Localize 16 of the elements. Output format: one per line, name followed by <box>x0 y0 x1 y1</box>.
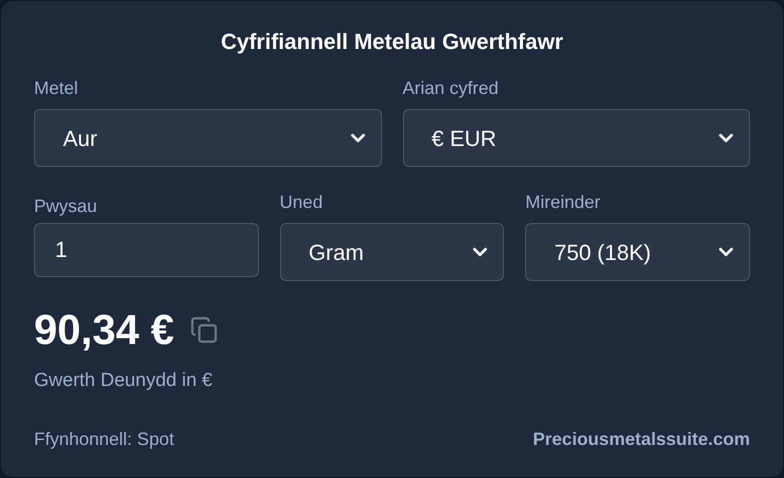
calculator-title: Cyfrifiannell Metelau Gwerthfawr <box>220 31 564 53</box>
site-link[interactable]: Preciousmetalssuite.com <box>532 426 750 453</box>
weight-input[interactable]: 1 <box>34 223 259 277</box>
field-label: Arian cyfred <box>402 79 500 97</box>
result-value: 90,34 € <box>34 309 174 351</box>
copy-icon[interactable] <box>190 316 218 344</box>
select-field[interactable]: € EUR <box>402 109 750 167</box>
field-label: Metel <box>34 79 80 97</box>
source-text: Ffynhonnell: Spot <box>34 428 174 451</box>
select-field[interactable]: Gram <box>280 223 504 281</box>
select-field[interactable]: 750 (18K) <box>525 223 750 281</box>
field-label: Uned <box>280 193 324 211</box>
field-label: Pwysau <box>34 197 98 215</box>
select-field[interactable]: Aur <box>34 109 382 167</box>
field-label: Mireinder <box>525 193 602 211</box>
result-caption: Gwerth Deunydd in € <box>34 369 214 393</box>
